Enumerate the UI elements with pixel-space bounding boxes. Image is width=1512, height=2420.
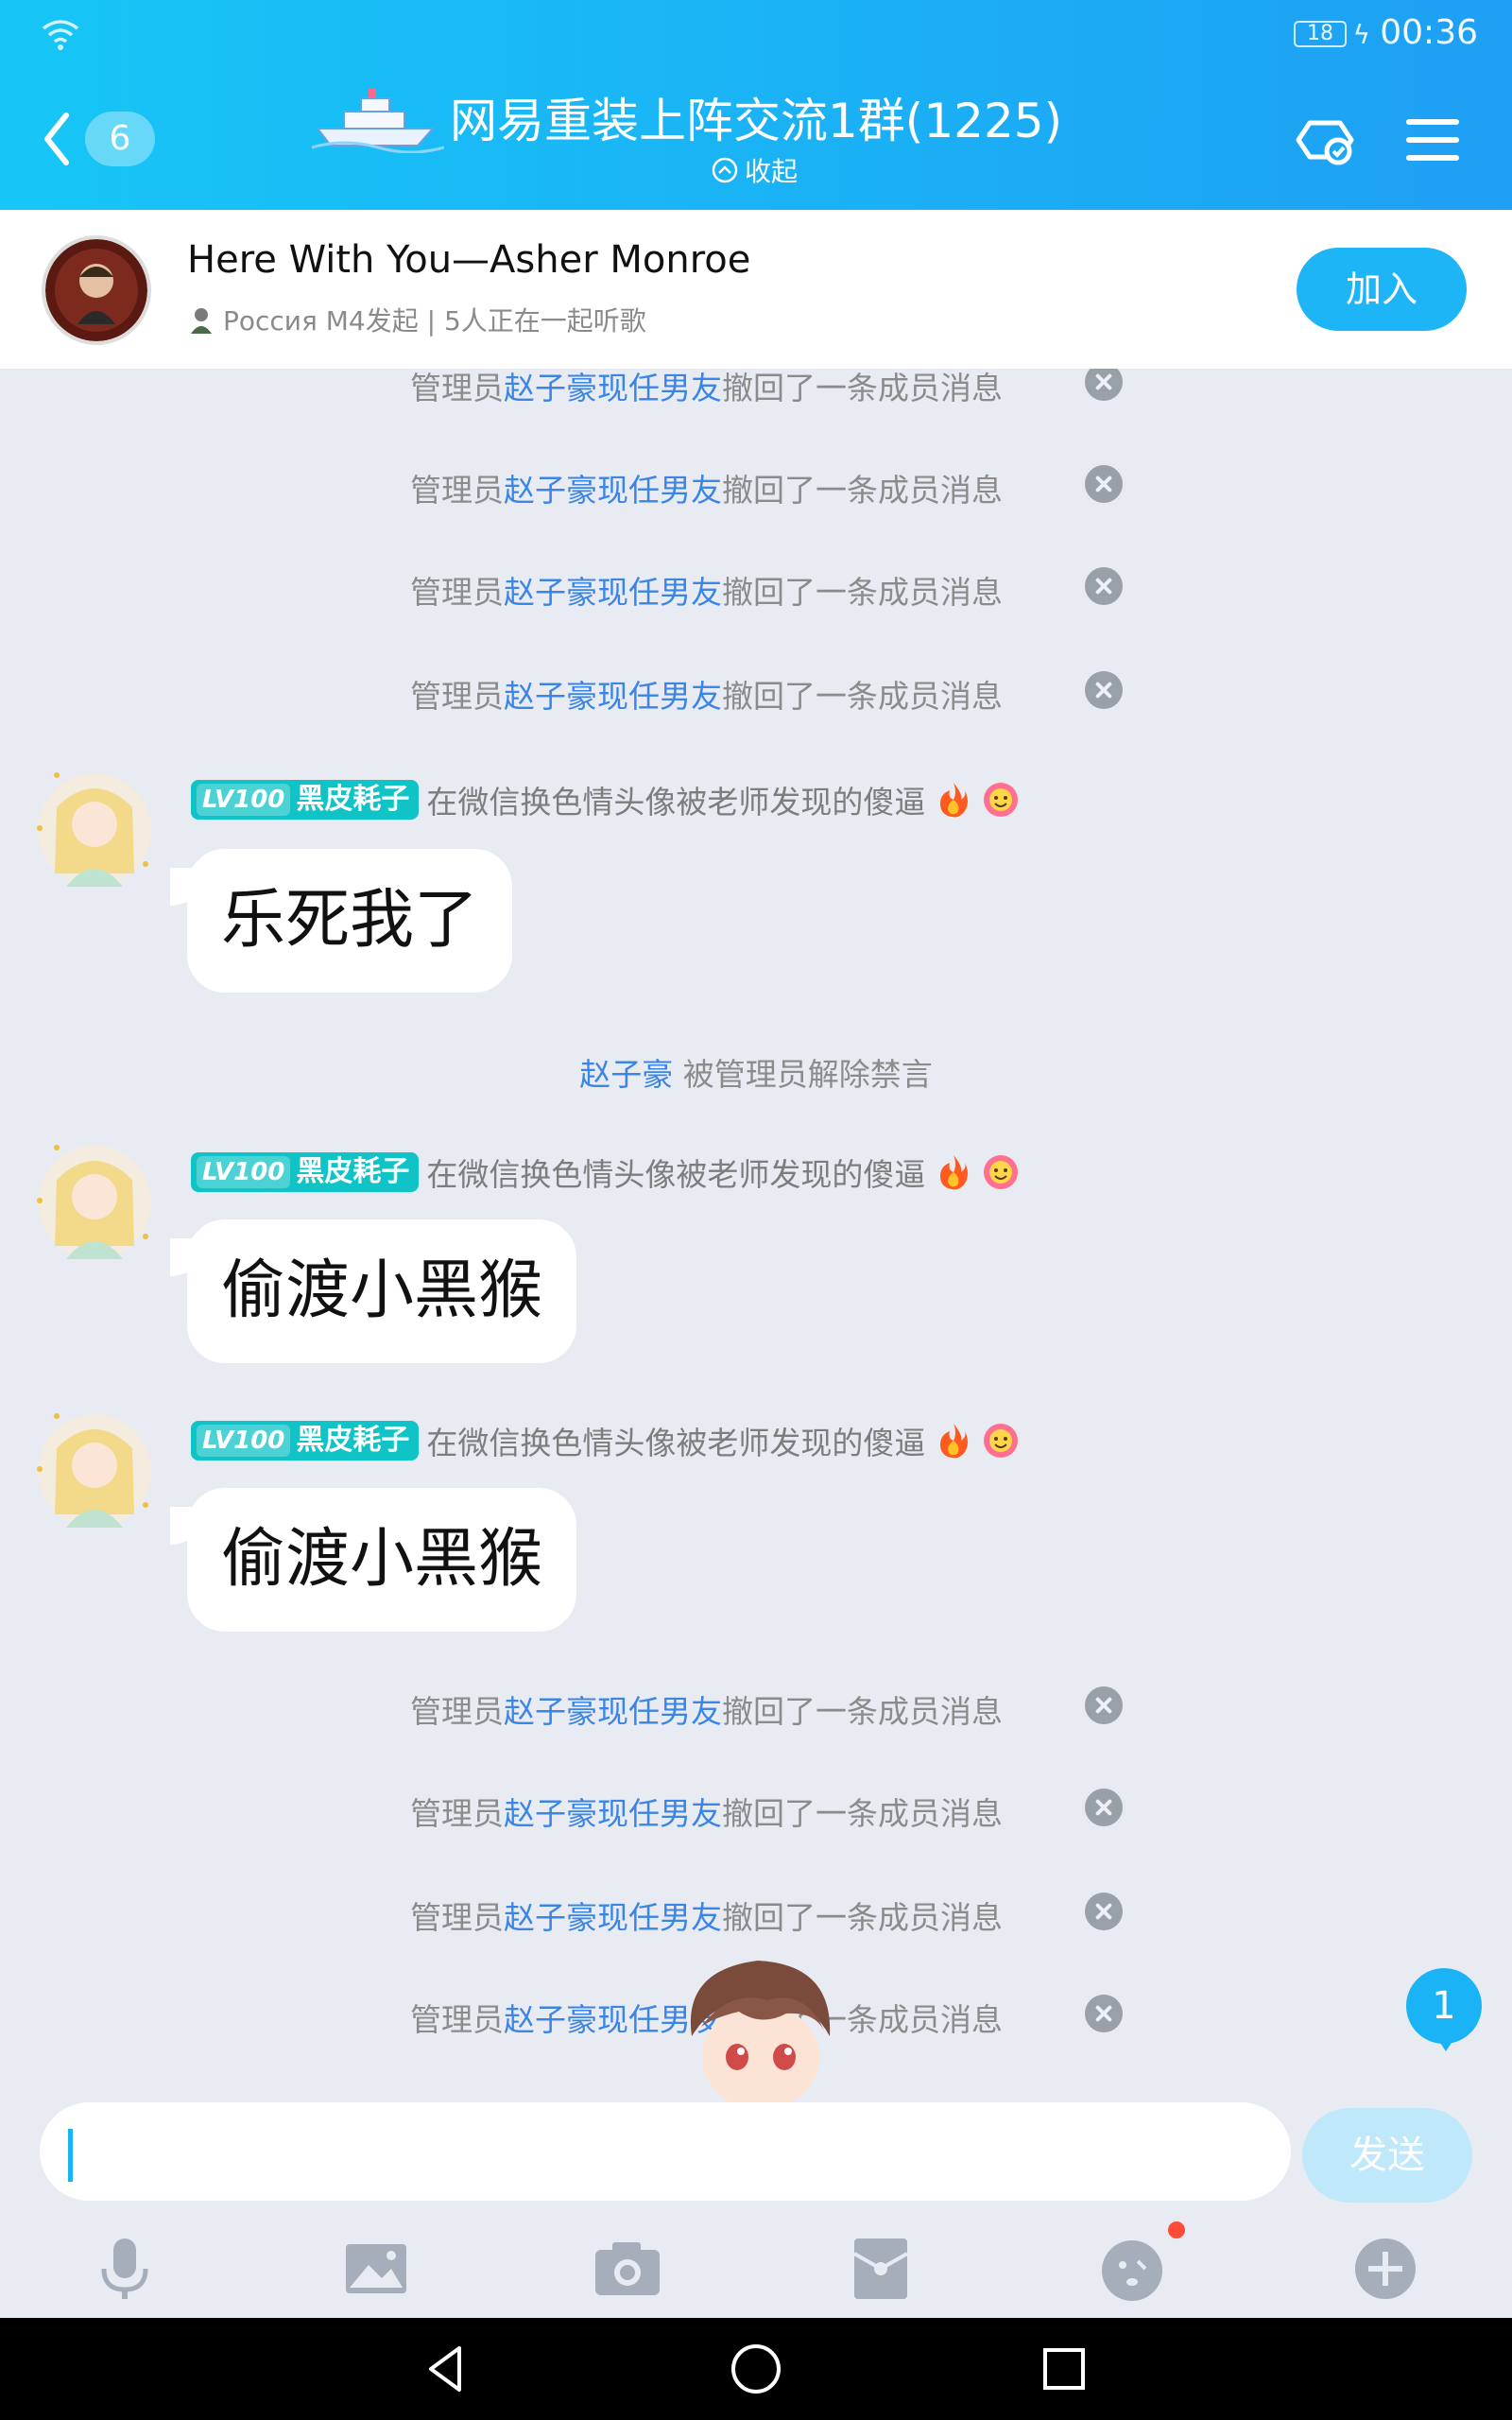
mascot-character[interactable] — [673, 1951, 849, 2102]
level-badge: LV100 黑皮耗子 — [191, 1152, 420, 1192]
close-icon[interactable] — [1085, 1789, 1123, 1826]
flower-icon — [984, 1424, 1019, 1458]
recall-notice: 管理员赵子豪现任男友撤回了一条成员消息 — [410, 1795, 1003, 1832]
new-message-badge[interactable]: 1 — [1406, 1968, 1482, 2051]
message-input[interactable] — [40, 2102, 1291, 2201]
microphone-icon[interactable] — [87, 2231, 163, 2307]
album-cover — [42, 235, 151, 345]
level-badge: LV100 黑皮耗子 — [191, 1421, 420, 1461]
charging-icon: ϟ — [1352, 19, 1370, 50]
unmute-notice: 赵子豪 被管理员解除禁言 — [579, 1056, 933, 1093]
chat-header: 18 ϟ 00:36 6 网易重装上阵交流1群(1225) 收起 — [0, 0, 1512, 210]
collapse-toggle[interactable]: 收起 — [711, 151, 798, 189]
recall-notice: 管理员赵子豪现任男友撤回了一条成员消息 — [410, 472, 1003, 509]
admin-link[interactable]: 赵子豪现任男友 — [504, 370, 722, 406]
red-packet-icon[interactable] — [843, 2231, 919, 2307]
listen-info: Россия М4发起 | 5人正在一起听歌 — [187, 301, 646, 338]
song-title: Here With You—Asher Monroe — [187, 238, 751, 282]
recall-notice: 管理员赵子豪现任男友撤回了一条成员消息 — [410, 1899, 1003, 1936]
plus-icon[interactable] — [1348, 2231, 1423, 2307]
admin-link[interactable]: 赵子豪现任男友 — [504, 574, 722, 611]
listen-together-banner[interactable]: Here With You—Asher Monroe Россия М4发起 |… — [0, 210, 1512, 369]
battery-icon: 18 — [1294, 21, 1347, 47]
sender-info: LV100 黑皮耗子 在微信换色情头像被老师发现的傻逼 — [191, 1151, 1020, 1193]
chevron-up-icon — [712, 157, 738, 183]
recall-notice: 管理员赵子豪现任男友撤回了一条成员消息 — [410, 574, 1003, 611]
close-icon[interactable] — [1085, 465, 1123, 503]
avatar[interactable] — [28, 1410, 155, 1537]
flower-icon — [984, 783, 1019, 817]
back-icon[interactable] — [38, 106, 76, 172]
join-button[interactable]: 加入 — [1297, 248, 1467, 331]
chat-title[interactable]: 网易重装上阵交流1群(1225) — [450, 91, 1062, 151]
sender-nickname[interactable]: 在微信换色情头像被老师发现的傻逼 — [426, 777, 925, 822]
sender-info: LV100 黑皮耗子 在微信换色情头像被老师发现的傻逼 — [191, 1420, 1020, 1461]
input-toolbar — [0, 2221, 1512, 2325]
recall-notice: 管理员赵子豪现任男友撤回了一条成员消息 — [410, 1693, 1003, 1730]
avatar[interactable] — [28, 769, 155, 896]
nav-home-icon[interactable] — [730, 2342, 782, 2395]
collapse-label: 收起 — [745, 156, 799, 187]
recall-notice: 管理员赵子豪现任男友撤回了一条成员消息 — [410, 678, 1003, 715]
ship-icon — [312, 89, 444, 153]
group-call-icon[interactable] — [1291, 102, 1366, 178]
close-icon[interactable] — [1085, 369, 1123, 401]
admin-link[interactable]: 赵子豪现任男友 — [504, 1899, 722, 1936]
message-bubble[interactable]: 偷渡小黑猴 — [169, 1219, 577, 1363]
sender-nickname[interactable]: 在微信换色情头像被老师发现的傻逼 — [426, 1150, 925, 1195]
fire-icon — [940, 1155, 969, 1190]
message-bubble[interactable]: 偷渡小黑猴 — [169, 1488, 577, 1632]
sender-nickname[interactable]: 在微信换色情头像被老师发现的傻逼 — [426, 1418, 925, 1463]
nav-back-icon[interactable] — [420, 2342, 472, 2395]
listen-info-text: Россия М4发起 | 5人正在一起听歌 — [223, 305, 646, 337]
sender-info: LV100 黑皮耗子 在微信换色情头像被老师发现的傻逼 — [191, 779, 1020, 821]
admin-link[interactable]: 赵子豪现任男友 — [504, 1795, 722, 1832]
message-list[interactable]: 管理员赵子豪现任男友撤回了一条成员消息 管理员赵子豪现任男友撤回了一条成员消息 … — [0, 369, 1512, 2099]
fire-icon — [940, 1424, 969, 1459]
unread-count-badge[interactable]: 6 — [85, 112, 155, 166]
close-icon[interactable] — [1085, 1686, 1123, 1724]
close-icon[interactable] — [1085, 567, 1123, 605]
user-avatar-icon — [191, 308, 212, 334]
text-cursor — [68, 2129, 73, 2182]
camera-icon[interactable] — [590, 2231, 665, 2307]
input-bar: 发送 — [0, 2099, 1512, 2203]
fire-icon — [940, 783, 969, 818]
status-time: 00:36 — [1380, 13, 1478, 52]
menu-icon[interactable] — [1395, 102, 1470, 178]
emoji-icon[interactable] — [1094, 2231, 1170, 2307]
message-bubble[interactable]: 乐死我了 — [169, 849, 513, 993]
status-bar: 18 ϟ 00:36 — [0, 0, 1512, 70]
flower-icon — [984, 1155, 1019, 1189]
user-link[interactable]: 赵子豪 — [579, 1056, 673, 1093]
admin-link[interactable]: 赵子豪现任男友 — [504, 472, 722, 509]
close-icon[interactable] — [1085, 671, 1123, 709]
nav-recents-icon[interactable] — [1038, 2342, 1091, 2395]
image-icon[interactable] — [338, 2231, 414, 2307]
send-button[interactable]: 发送 — [1302, 2108, 1472, 2203]
wifi-icon — [42, 20, 79, 50]
system-nav-bar — [0, 2318, 1512, 2420]
close-icon[interactable] — [1085, 1893, 1123, 1930]
level-badge: LV100 黑皮耗子 — [191, 780, 420, 820]
admin-link[interactable]: 赵子豪现任男友 — [504, 1693, 722, 1730]
recall-notice: 管理员赵子豪现任男友撤回了一条成员消息 — [410, 370, 1003, 406]
avatar[interactable] — [28, 1142, 155, 1269]
admin-link[interactable]: 赵子豪现任男友 — [504, 678, 722, 715]
notification-dot — [1168, 2221, 1185, 2238]
close-icon[interactable] — [1085, 1995, 1123, 2032]
